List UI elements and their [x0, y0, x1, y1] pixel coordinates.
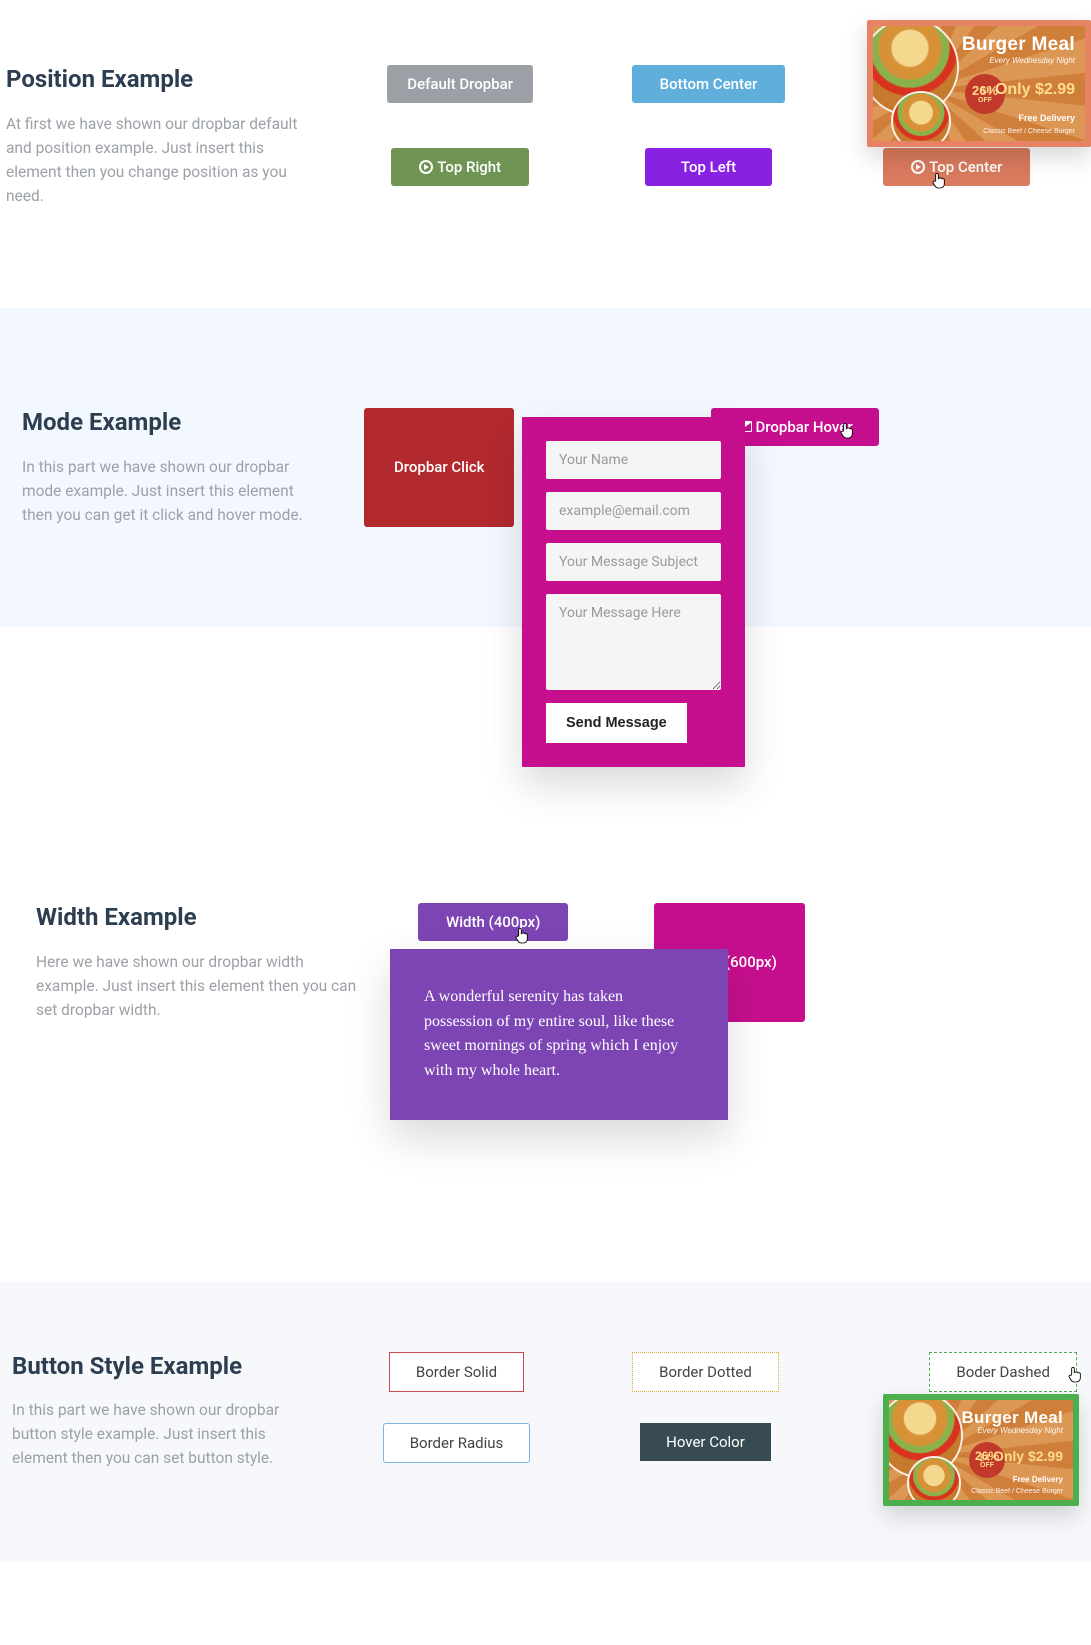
border-dashed-button[interactable]: Boder Dashed [929, 1352, 1077, 1392]
width-desc: Here we have shown our dropbar width exa… [36, 950, 366, 1022]
promo-subtitle: Every Wednesday Night [989, 56, 1075, 65]
bottom-center-button[interactable]: Bottom Center [632, 65, 786, 103]
dropbar-click-button[interactable]: Dropbar Click [364, 408, 514, 527]
width-content-panel: A wonderful serenity has taken possessio… [390, 949, 728, 1120]
dropbar-hover-label: Dropbar Hover [756, 418, 853, 436]
width-400-button[interactable]: Width (400px) [418, 903, 568, 941]
burger-image-small [893, 93, 949, 147]
position-title: Position Example [6, 65, 306, 94]
promo-subtitle: Every Wednesday Night [977, 1426, 1063, 1435]
position-desc: At first we have shown our dropbar defau… [6, 112, 306, 208]
promo-title: Burger Meal [962, 34, 1075, 56]
promo-delivery: Free Delivery [1013, 1475, 1063, 1484]
default-dropbar-button[interactable]: Default Dropbar [387, 65, 533, 103]
email-input[interactable] [546, 492, 721, 530]
promo-delivery: Free Delivery [1018, 113, 1075, 123]
border-radius-button[interactable]: Border Radius [383, 1423, 531, 1463]
border-solid-button[interactable]: Border Solid [389, 1352, 524, 1392]
promo-price: $4Only $2.99 [979, 1448, 1063, 1464]
promo-title: Burger Meal [961, 1408, 1063, 1428]
width-title: Width Example [36, 903, 366, 932]
mode-title: Mode Example [22, 408, 322, 437]
top-center-button[interactable]: Top Center [883, 148, 1030, 186]
play-circle-icon [911, 160, 925, 174]
burger-image-small [909, 1458, 959, 1506]
style-desc: In this part we have shown our dropbar b… [12, 1398, 302, 1470]
promo-popup-green: Burger Meal Every Wednesday Night 26%OFF… [883, 1394, 1079, 1506]
border-dotted-button[interactable]: Border Dotted [632, 1352, 779, 1392]
top-left-button[interactable]: Top Left [645, 148, 772, 186]
subject-input[interactable] [546, 543, 721, 581]
mode-desc: In this part we have shown our dropbar m… [22, 455, 322, 527]
promo-popup-top: Burger Meal Every Wednesday Night 26%OFF… [867, 20, 1091, 147]
style-title: Button Style Example [12, 1352, 302, 1381]
name-input[interactable] [546, 441, 721, 479]
play-circle-icon [419, 160, 433, 174]
promo-footer: Classic Beef / Cheese Burger [971, 1488, 1063, 1495]
promo-price: $4Only $2.99 [981, 81, 1075, 99]
top-right-label: Top Right [437, 158, 501, 176]
top-center-label: Top Center [929, 158, 1002, 176]
top-right-button[interactable]: Top Right [391, 148, 529, 186]
hover-color-button[interactable]: Hover Color [640, 1423, 771, 1461]
promo-footer: Classic Beef / Cheese Burger [983, 128, 1075, 135]
width-panel-text: A wonderful serenity has taken possessio… [424, 988, 678, 1079]
